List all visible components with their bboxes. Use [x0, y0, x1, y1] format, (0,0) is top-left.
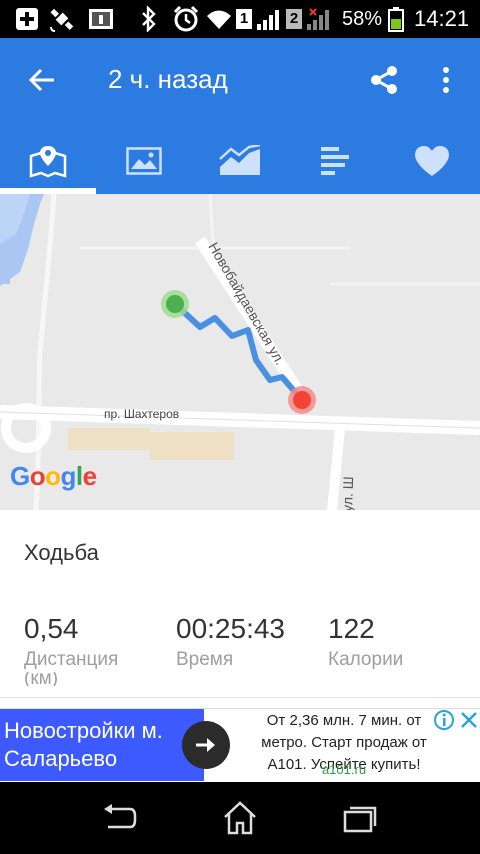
calories-label: Калории — [328, 649, 404, 670]
navigation-bar — [0, 782, 480, 854]
street-label-cut: ул. Ш — [339, 476, 356, 510]
share-icon[interactable] — [362, 58, 406, 102]
ad-headline-line1: Новостройки м. — [4, 718, 163, 743]
nav-back-icon[interactable] — [80, 792, 160, 844]
battery-icon — [388, 0, 404, 38]
signal-icon — [256, 0, 282, 38]
ad-banner[interactable]: Новостройки м. Саларьево От 2,36 млн. 7 … — [0, 708, 480, 781]
satellite-icon — [48, 0, 76, 38]
ad-go-button[interactable] — [182, 721, 230, 769]
stat-distance: 0,54 Дистанция — [24, 612, 118, 672]
ad-close-icon[interactable] — [458, 709, 480, 731]
heart-icon — [415, 146, 449, 176]
distance-value: 0,54 — [24, 613, 79, 644]
end-marker — [293, 391, 311, 409]
nav-home-icon[interactable] — [200, 792, 280, 844]
calories-value: 122 — [328, 613, 375, 644]
ad-headline-line2: Саларьево — [4, 746, 118, 771]
street-label-vertical: Новобайдаевская ул. — [205, 240, 288, 368]
plus-box-icon — [14, 0, 40, 38]
stat-calories: 122 Калории — [328, 612, 403, 672]
start-marker — [166, 295, 184, 313]
distance-label: Дистанция — [24, 649, 119, 670]
tab-stats[interactable] — [288, 128, 384, 194]
ad-info-icon[interactable] — [433, 709, 455, 731]
sim2-badge: 2 — [286, 0, 302, 38]
image-icon — [126, 147, 162, 175]
clock: 14:21 — [414, 6, 470, 31]
divider — [0, 697, 480, 698]
time-label: Время — [176, 649, 234, 670]
google-logo: Google — [10, 461, 97, 491]
tab-photos[interactable] — [96, 128, 192, 194]
street-label-avenue: пр. Шахтеров — [104, 407, 179, 421]
status-bar: 1 2 58% 14:21 — [0, 0, 480, 38]
tab-map[interactable] — [0, 128, 96, 194]
ad-text-line1: От 2,36 млн. 7 мин. от — [266, 712, 422, 729]
ad-domain[interactable]: a101.ru — [238, 762, 450, 777]
app-bar: 2 ч. назад — [0, 38, 480, 194]
route-map[interactable]: Новобайдаевская ул. пр. Шахтеров ул. Ш G… — [0, 194, 480, 510]
water-area — [0, 254, 10, 284]
arrow-right-icon — [196, 738, 215, 752]
alarm-icon — [172, 0, 200, 38]
bars-icon — [321, 147, 349, 175]
tab-favorite[interactable] — [384, 128, 480, 194]
overflow-menu-icon[interactable] — [426, 58, 466, 102]
chart-icon — [219, 145, 261, 175]
ad-text-line2: метро. Старт продаж от — [261, 734, 427, 751]
no-signal-icon — [306, 0, 336, 38]
ad-headline[interactable]: Новостройки м. Саларьево — [0, 709, 204, 781]
sim1-badge: 1 — [236, 0, 252, 38]
usb-debug-icon — [88, 0, 114, 38]
nav-recents-icon[interactable] — [320, 792, 400, 844]
tab-charts[interactable] — [192, 128, 288, 194]
distance-unit: (км) — [24, 672, 59, 686]
page-title: 2 ч. назад — [108, 64, 228, 94]
battery-percent: 58% — [342, 7, 383, 30]
bluetooth-icon — [140, 0, 158, 38]
stat-time: 00:25:43 Время — [176, 612, 285, 672]
back-arrow-icon[interactable] — [20, 58, 64, 102]
wifi-icon — [206, 0, 232, 38]
time-value: 00:25:43 — [176, 613, 285, 644]
activity-type: Ходьба — [24, 540, 99, 565]
map-icon — [29, 146, 67, 178]
